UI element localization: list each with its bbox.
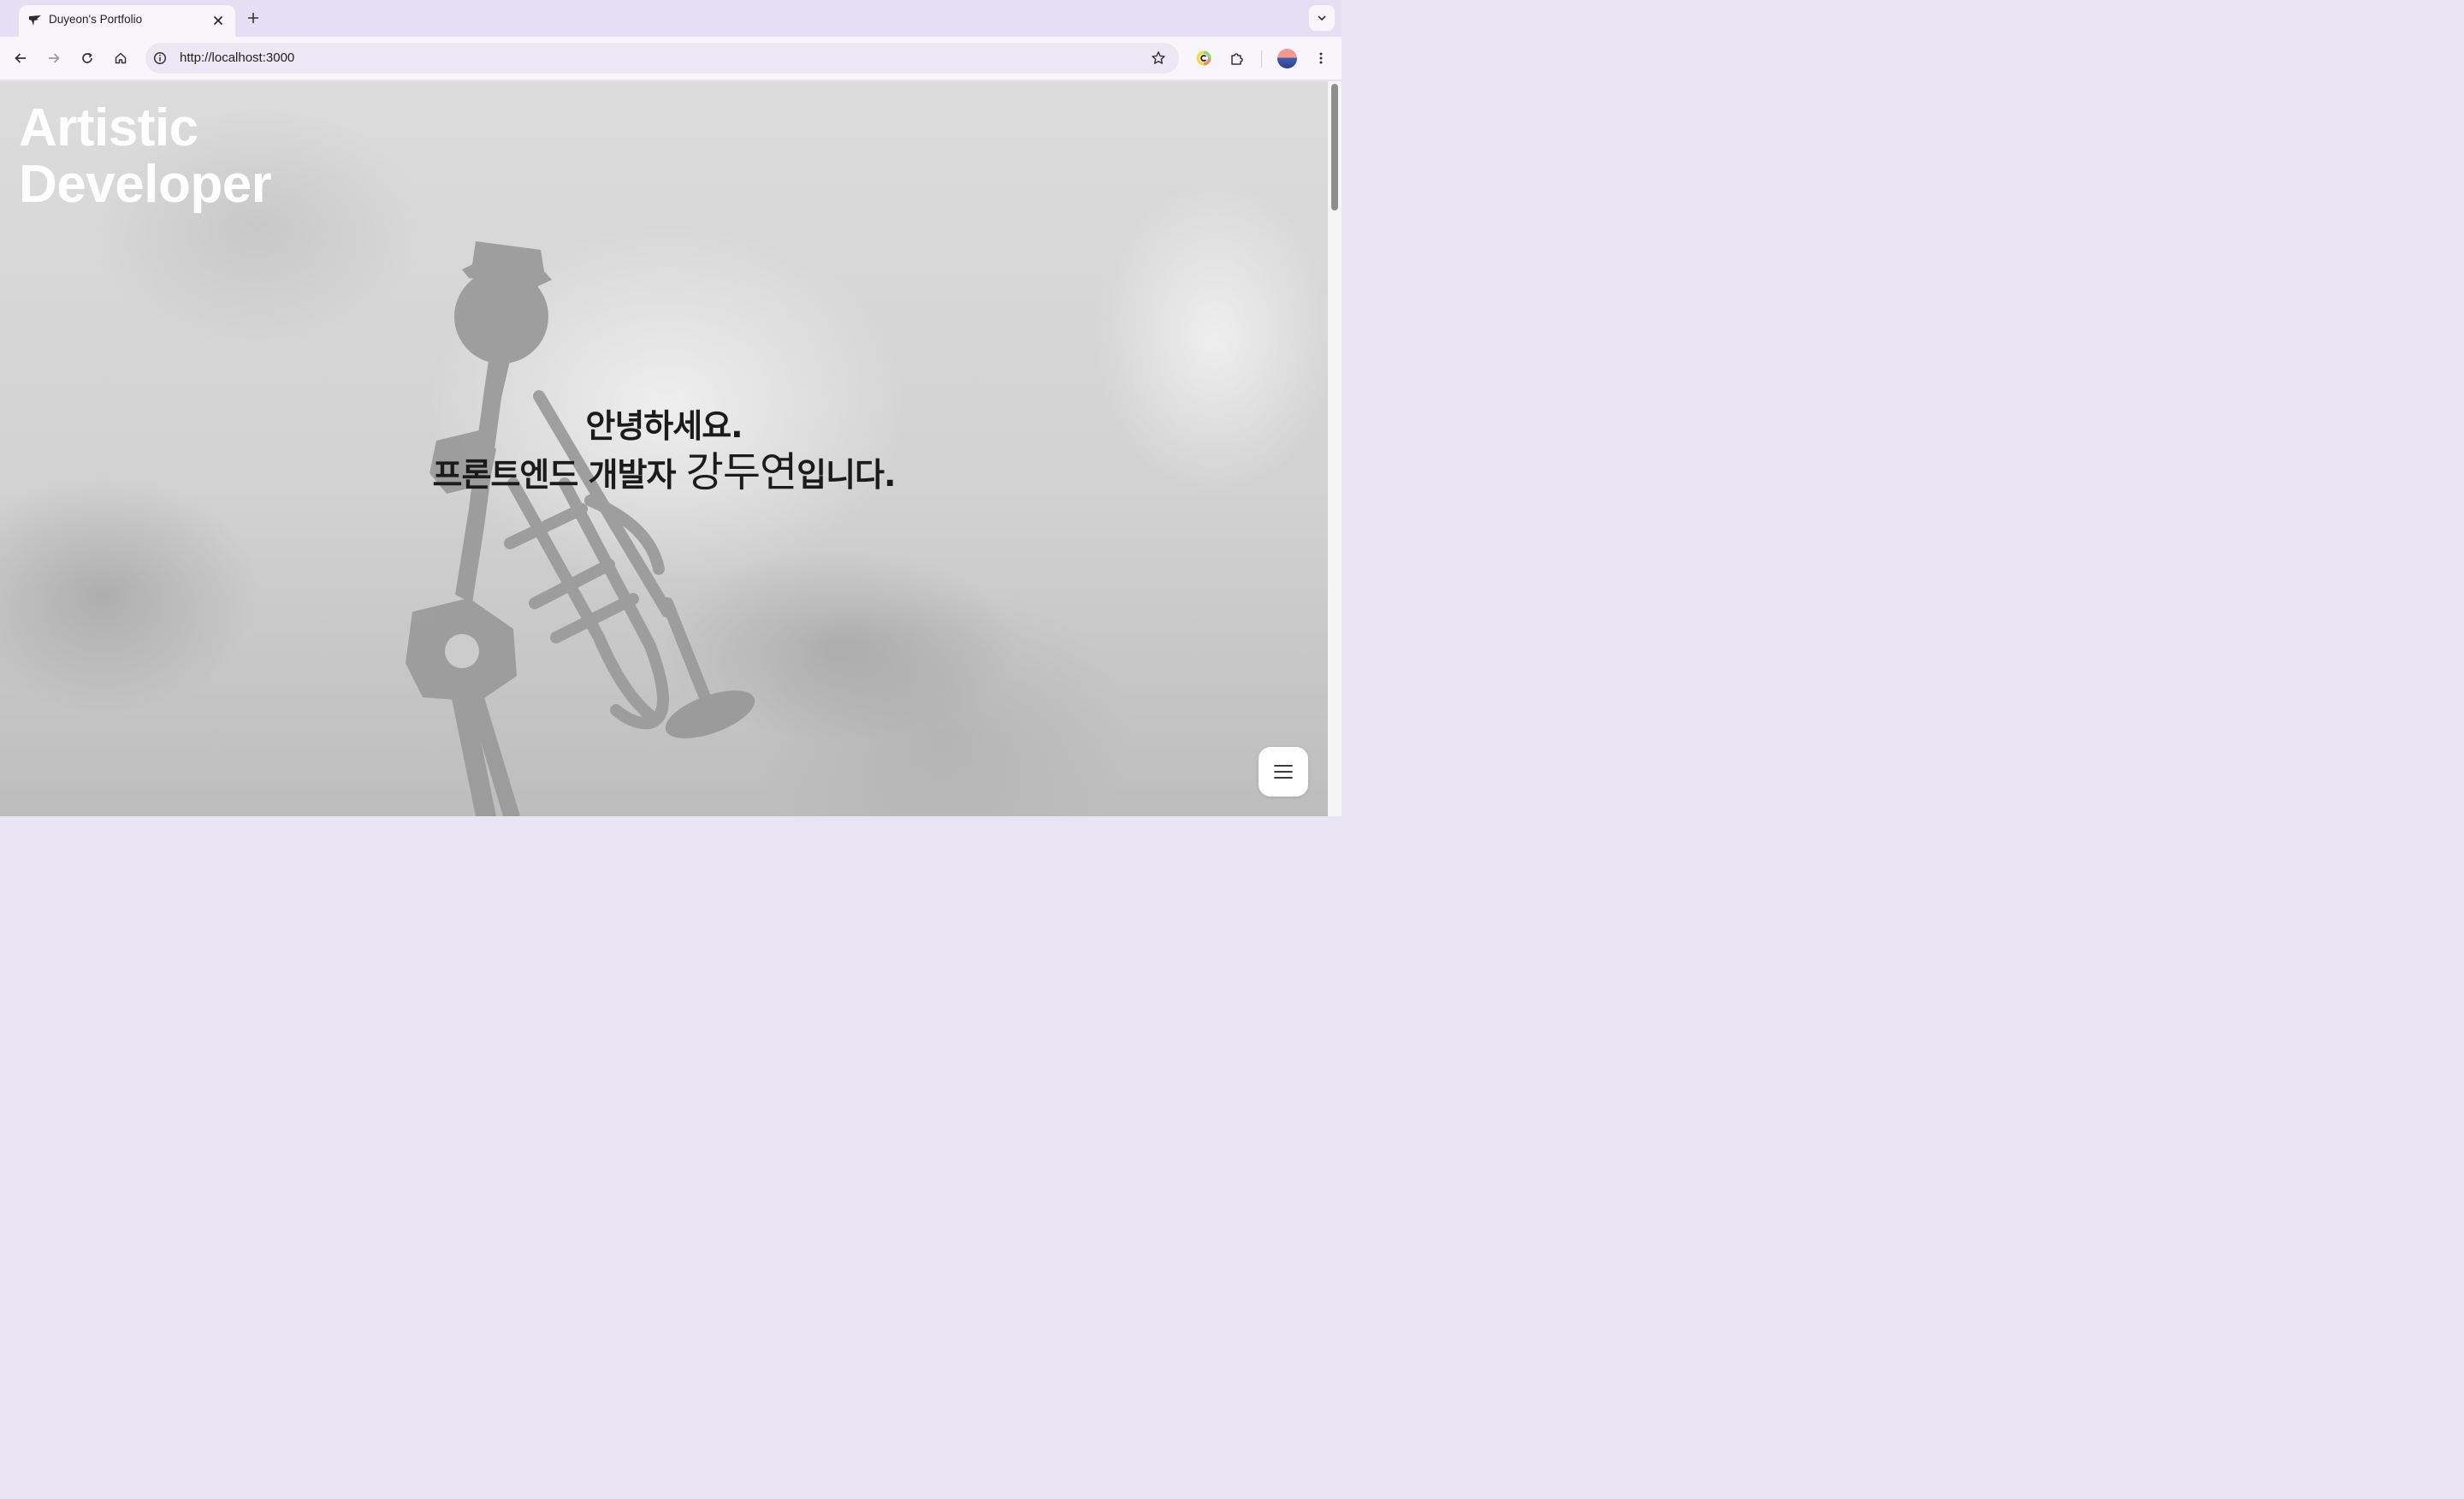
- url-text[interactable]: http://localhost:3000: [180, 50, 294, 65]
- greeting-text: 안녕하세요. 프론트엔드 개발자 강두연입니다.: [0, 403, 1328, 498]
- kebab-menu-icon[interactable]: [1309, 46, 1333, 70]
- reload-button[interactable]: [75, 46, 99, 70]
- tab-search-button[interactable]: [1309, 5, 1335, 31]
- reload-icon: [82, 52, 92, 63]
- toolbar-divider: [1261, 50, 1262, 68]
- browser-toolbar: http://localhost:3000: [0, 37, 1342, 80]
- back-button[interactable]: [9, 46, 33, 70]
- address-bar[interactable]: http://localhost:3000: [145, 43, 1179, 74]
- hero-title-line1: Artistic: [19, 98, 198, 157]
- chevron-down-icon: [1318, 15, 1326, 21]
- menu-button[interactable]: [1259, 747, 1308, 797]
- hero-title: Artistic Developer: [19, 98, 272, 214]
- hero-title-line2: Developer: [19, 155, 272, 214]
- greeting-line1: 안녕하세요.: [585, 407, 743, 445]
- page-viewport: Artistic Developer 안녕하세요. 프론트엔드 개발자 강두연입…: [0, 81, 1328, 816]
- info-icon[interactable]: [152, 50, 168, 66]
- star-icon[interactable]: [1150, 50, 1167, 67]
- developer-name: 강두연: [685, 448, 797, 496]
- colorful-c-extension-icon[interactable]: [1192, 46, 1216, 70]
- browser-tab-active[interactable]: Duyeon's Portfolio: [19, 5, 235, 37]
- plus-icon: [248, 13, 258, 23]
- puzzle-icon[interactable]: [1225, 46, 1249, 70]
- close-icon[interactable]: [209, 11, 228, 30]
- bird-icon: [27, 13, 43, 28]
- profile-avatar[interactable]: [1277, 49, 1297, 68]
- greeting-suffix: 입니다.: [797, 456, 896, 494]
- tab-strip: Duyeon's Portfolio: [0, 0, 1342, 37]
- arrow-right-icon: [49, 53, 60, 63]
- home-icon: [115, 52, 127, 64]
- forward-button[interactable]: [42, 46, 66, 70]
- page-scrollbar[interactable]: [1328, 81, 1342, 816]
- tab-title: Duyeon's Portfolio: [49, 13, 143, 26]
- greeting-line2: 프론트엔드 개발자 강두연입니다.: [0, 449, 1328, 498]
- hamburger-menu-icon: [1274, 765, 1293, 779]
- arrow-left-icon: [15, 53, 26, 63]
- greeting-prefix: 프론트엔드 개발자: [432, 456, 686, 494]
- home-button[interactable]: [109, 46, 133, 70]
- new-tab-button[interactable]: [243, 8, 264, 28]
- scrollbar-thumb[interactable]: [1331, 84, 1338, 210]
